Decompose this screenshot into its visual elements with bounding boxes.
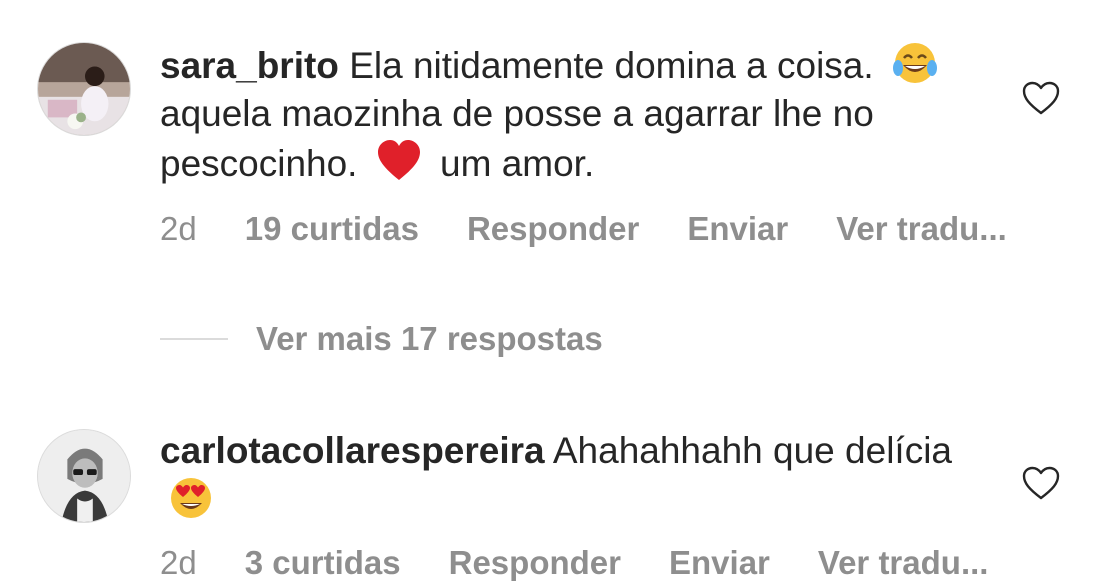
replies-divider (160, 338, 228, 340)
reply-button[interactable]: Responder (467, 209, 639, 249)
comment-time: 2d (160, 544, 197, 581)
comment-username[interactable]: carlotacollarespereira (160, 430, 545, 471)
send-button[interactable]: Enviar (669, 543, 770, 583)
comment-text: sara_brito Ela nitidamente domina a cois… (160, 40, 980, 188)
smiling-face-with-heart-eyes-emoji (168, 475, 214, 521)
comment-meta: 2d 19 curtidas Responder Enviar Ver tradu... (160, 209, 1100, 249)
heart-icon[interactable] (1021, 465, 1061, 501)
translate-button[interactable]: Ver tradu... (818, 543, 989, 583)
comment-meta: 2d 3 curtidas Responder Enviar Ver tradu... (160, 543, 1100, 583)
comment-text: carlotacollarespereira Ahahahhahh que de… (160, 427, 980, 525)
avatar-carlotacollarespereira[interactable] (37, 429, 131, 523)
face-with-tears-of-joy-emoji (892, 40, 938, 86)
comment-time: 2d (160, 210, 197, 247)
comment-username[interactable]: sara_brito (160, 45, 339, 86)
view-replies-button[interactable]: Ver mais 17 respostas (256, 320, 603, 358)
reply-button[interactable]: Responder (449, 543, 621, 583)
send-button[interactable]: Enviar (687, 209, 788, 249)
translate-button[interactable]: Ver tradu... (836, 209, 1007, 249)
view-replies-row[interactable]: Ver mais 17 respostas (160, 318, 603, 360)
comment-body-part: Ela nitidamente domina a coisa. (338, 45, 874, 86)
comment-body-part: Ahahahhahh que delícia (544, 430, 952, 471)
avatar-sara-brito[interactable] (37, 42, 131, 136)
heart-icon[interactable] (1021, 80, 1061, 116)
comment-body-part: um amor. (440, 143, 595, 184)
likes-count[interactable]: 19 curtidas (245, 209, 419, 249)
red-heart-emoji (376, 138, 422, 184)
likes-count[interactable]: 3 curtidas (245, 543, 401, 583)
